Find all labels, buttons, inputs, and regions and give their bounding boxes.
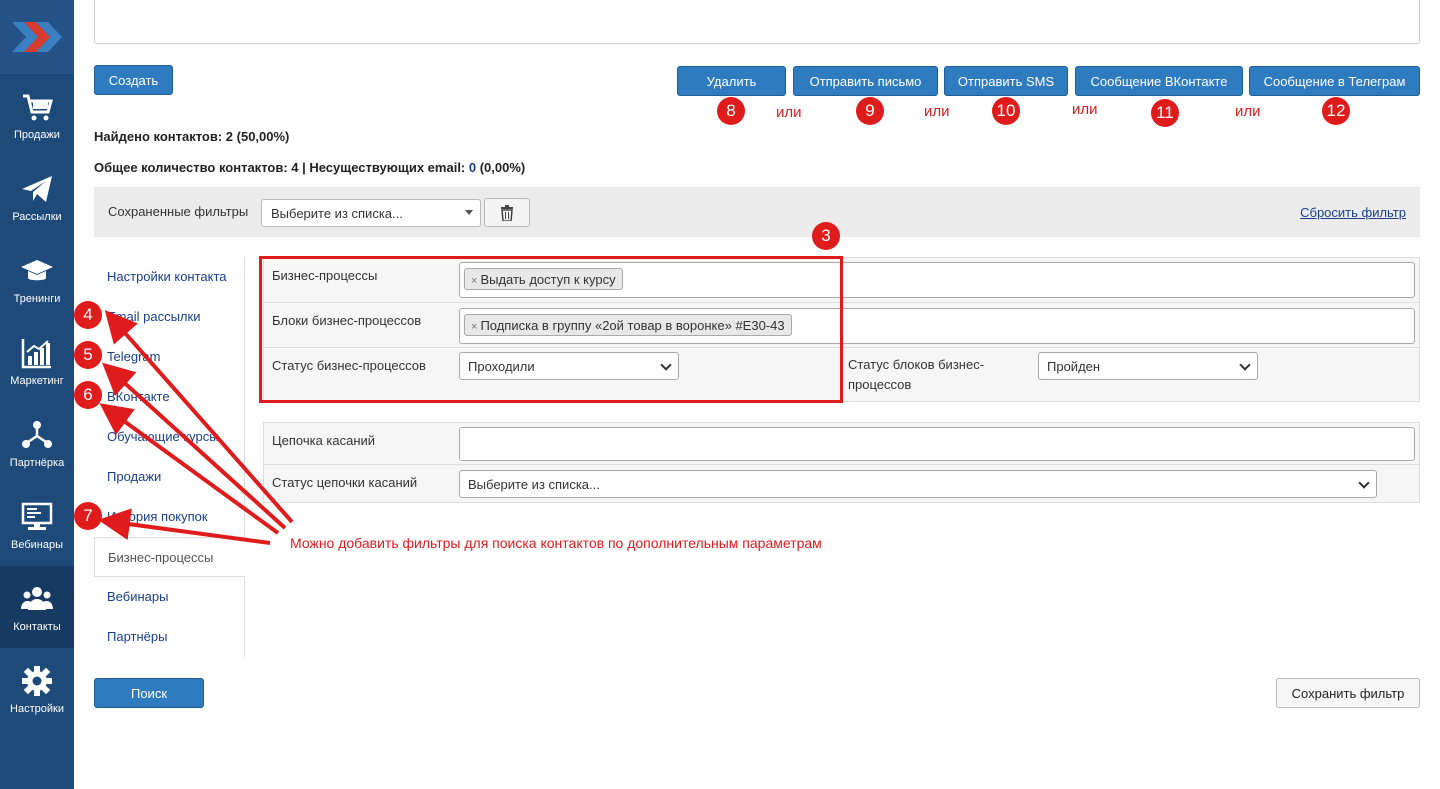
reset-filter-link[interactable]: Сбросить фильтр xyxy=(1300,205,1406,220)
tab-telegram[interactable]: Telegram xyxy=(94,337,245,377)
sidebar-item-mailings[interactable]: Рассылки xyxy=(0,156,74,238)
total-contacts-label: Общее количество контактов: 4 | Несущест… xyxy=(94,160,469,175)
tab-contact-settings[interactable]: Настройки контакта xyxy=(94,257,245,297)
saved-filters-placeholder: Выберите из списка... xyxy=(271,206,403,221)
nonexistent-percent: (0,00%) xyxy=(476,160,526,175)
bp-block-status-label-line2: процессов xyxy=(848,377,912,392)
sidebar-item-sales[interactable]: Продажи xyxy=(0,74,74,156)
tab-vkontakte[interactable]: ВКонтакте xyxy=(94,377,245,417)
or-label: или xyxy=(1072,101,1098,118)
chain-status-row: Статус цепочки касаний Выберите из списк… xyxy=(263,464,1420,503)
sidebar-item-trainings[interactable]: Тренинги xyxy=(0,238,74,320)
bp-block-status-label: Статус блоков бизнес-процессов xyxy=(848,355,984,395)
presentation-icon xyxy=(19,499,55,535)
sidebar-item-label: Настройки xyxy=(10,703,64,715)
bp-block-status-value: Пройден xyxy=(1047,359,1101,374)
tab-courses[interactable]: Обучающие курсы xyxy=(94,417,245,457)
chevrons-logo-icon xyxy=(12,22,62,52)
chain-row: Цепочка касаний xyxy=(263,422,1420,465)
sidebar-item-label: Рассылки xyxy=(12,211,62,223)
sidebar-item-partners[interactable]: Партнёрка xyxy=(0,402,74,484)
sidebar-item-contacts[interactable]: Контакты xyxy=(0,566,74,648)
sidebar-item-label: Вебинары xyxy=(11,539,63,551)
total-contacts-text: Общее количество контактов: 4 | Несущест… xyxy=(94,160,525,175)
gear-icon xyxy=(19,663,55,699)
tab-webinars[interactable]: Вебинары xyxy=(94,577,245,617)
annotation-badge-3: 3 xyxy=(812,222,840,250)
chevron-down-icon xyxy=(1358,477,1370,489)
sidebar-item-marketing[interactable]: Маркетинг xyxy=(0,320,74,402)
sidebar-item-settings[interactable]: Настройки xyxy=(0,648,74,730)
paper-plane-icon xyxy=(19,171,55,207)
found-contacts-text: Найдено контактов: 2 (50,00%) xyxy=(94,129,290,144)
annotation-text: Можно добавить фильтры для поиска контак… xyxy=(290,535,822,551)
tab-partners[interactable]: Партнёры xyxy=(94,617,245,657)
or-label: или xyxy=(924,103,950,120)
sidebar: Продажи Рассылки Тренинги Маркетинг Парт… xyxy=(0,0,74,789)
tab-sales[interactable]: Продажи xyxy=(94,457,245,497)
sidebar-item-label: Партнёрка xyxy=(9,457,65,469)
bar-chart-icon xyxy=(19,335,55,371)
saved-filters-label: Сохраненные фильтры xyxy=(108,204,249,219)
sidebar-item-label: Тренинги xyxy=(13,293,61,305)
graduation-cap-icon xyxy=(19,253,55,289)
sidebar-item-label: Маркетинг xyxy=(10,375,64,387)
tab-business-processes[interactable]: Бизнес-процессы xyxy=(94,537,245,577)
delete-filter-button[interactable] xyxy=(484,198,530,227)
logo[interactable] xyxy=(0,0,74,74)
annotation-highlight-box xyxy=(259,256,843,403)
trash-icon xyxy=(501,204,513,221)
annotation-badge-10: 10 xyxy=(992,97,1020,125)
cart-icon xyxy=(19,89,55,125)
sidebar-item-label: Продажи xyxy=(14,129,60,141)
annotation-badge-11: 11 xyxy=(1151,99,1179,127)
save-filter-button[interactable]: Сохранить фильтр xyxy=(1276,678,1420,708)
sidebar-item-label: Контакты xyxy=(13,621,61,633)
annotation-badge-8: 8 xyxy=(717,97,745,125)
caret-down-icon xyxy=(465,210,473,215)
search-button[interactable]: Поиск xyxy=(94,678,204,708)
tab-email-mailings[interactable]: Email рассылки xyxy=(94,297,245,337)
chain-status-value: Выберите из списка... xyxy=(468,477,600,492)
chain-status-select[interactable]: Выберите из списка... xyxy=(459,470,1377,498)
delete-button[interactable]: Удалить xyxy=(677,66,786,96)
saved-filters-bar: Сохраненные фильтры Выберите из списка..… xyxy=(94,187,1420,237)
vk-message-button[interactable]: Сообщение ВКонтакте xyxy=(1075,66,1243,96)
bp-block-status-select[interactable]: Пройден xyxy=(1038,352,1258,380)
tab-purchase-history[interactable]: История покупок xyxy=(94,497,245,537)
annotation-badge-9: 9 xyxy=(856,97,884,125)
sidebar-item-webinars[interactable]: Вебинары xyxy=(0,484,74,566)
create-button[interactable]: Создать xyxy=(94,65,173,95)
chevron-down-icon xyxy=(1239,359,1251,371)
chain-status-label: Статус цепочки касаний xyxy=(272,475,418,490)
network-icon xyxy=(19,417,55,453)
annotation-badge-4: 4 xyxy=(74,301,102,329)
send-sms-button[interactable]: Отправить SMS xyxy=(944,66,1068,96)
annotation-badge-12: 12 xyxy=(1322,97,1350,125)
text-area[interactable] xyxy=(94,0,1420,44)
users-icon xyxy=(19,581,55,617)
chain-input[interactable] xyxy=(459,427,1415,461)
annotation-badge-5: 5 xyxy=(74,341,102,369)
saved-filters-select[interactable]: Выберите из списка... xyxy=(261,199,481,227)
bp-block-status-label-line1: Статус блоков бизнес- xyxy=(848,357,985,372)
or-label: или xyxy=(776,104,802,121)
filter-tabs: Настройки контакта Email рассылки Telegr… xyxy=(94,257,245,657)
telegram-message-button[interactable]: Сообщение в Телеграм xyxy=(1249,66,1420,96)
or-label: или xyxy=(1235,103,1261,120)
annotation-badge-6: 6 xyxy=(74,381,102,409)
annotation-badge-7: 7 xyxy=(74,502,102,530)
send-email-button[interactable]: Отправить письмо xyxy=(793,66,938,96)
chain-label: Цепочка касаний xyxy=(272,433,376,448)
